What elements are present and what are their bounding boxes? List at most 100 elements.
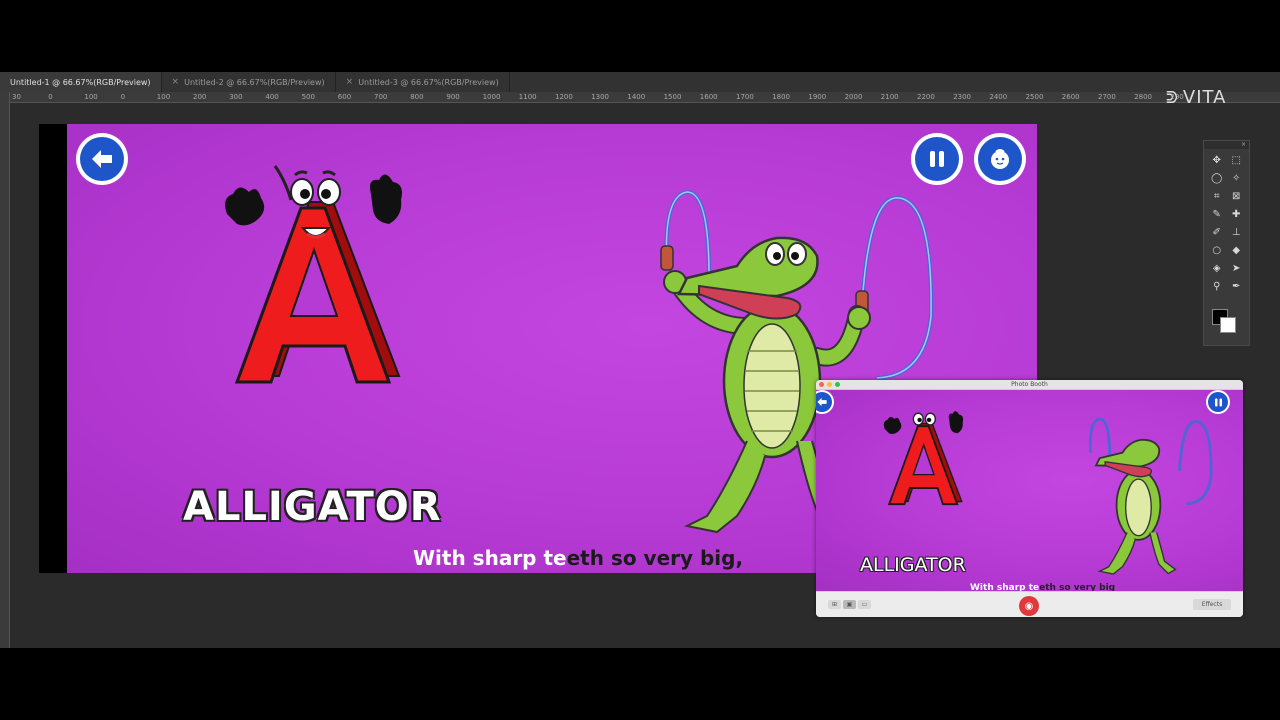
photo-booth-titlebar: Photo Booth [816, 380, 1243, 390]
ruler-tick-label: 800 [410, 93, 424, 101]
caption-remaining-text: eth so very big, [566, 546, 744, 570]
pause-icon [1214, 398, 1222, 406]
ruler-tick-label: 2000 [844, 93, 863, 101]
kid-profile-button[interactable] [974, 133, 1026, 185]
baby-face-icon [991, 149, 1009, 169]
ruler-tick-label: 2700 [1098, 93, 1116, 101]
tab-untitled-2[interactable]: × Untitled-2 @ 66.67%(RGB/Preview) [162, 72, 336, 92]
pause-icon [930, 151, 944, 167]
photo-booth-controls: ⊞ ▣ ▭ ◉ Effects [816, 591, 1243, 617]
ruler-tick-label: 700 [374, 93, 388, 101]
vita-logo-icon: ᕲ [1166, 88, 1179, 107]
vertical-ruler [0, 92, 10, 648]
preview-back-button [816, 390, 834, 414]
capture-mode-group: ⊞ ▣ ▭ [828, 600, 871, 609]
canvas-black-margin [39, 124, 67, 573]
preview-caption-rest: eth so very big [1039, 583, 1116, 591]
ruler-tick-label: 1100 [518, 93, 537, 101]
tab-untitled-1[interactable]: Untitled-1 @ 66.67%(RGB/Preview) [0, 72, 162, 92]
ellipse-icon[interactable]: ○ [1207, 243, 1227, 258]
close-icon[interactable]: × [346, 77, 354, 87]
tab-label: Untitled-3 @ 66.67%(RGB/Preview) [358, 77, 499, 87]
back-arrow-icon [817, 397, 827, 407]
video-mode-icon[interactable]: ▭ [858, 600, 871, 609]
document-tabbar: Untitled-1 @ 66.67%(RGB/Preview) × Untitl… [0, 72, 1280, 92]
pen-icon[interactable]: ✒ [1227, 279, 1247, 294]
ruler-tick-label: 0 [48, 93, 53, 101]
effects-button[interactable]: Effects [1193, 599, 1231, 610]
preview-alligator [1088, 417, 1213, 575]
preview-letter-a [883, 411, 964, 506]
frame-icon[interactable]: ⊠ [1227, 189, 1247, 204]
ruler-tick-label: 1000 [482, 93, 501, 101]
vocabulary-word: ALLIGATOR [183, 484, 442, 530]
back-arrow-icon [92, 150, 112, 168]
move-icon[interactable]: ✥ [1207, 153, 1227, 168]
close-icon[interactable]: × [172, 77, 180, 87]
ruler-tick-label: 1600 [699, 93, 718, 101]
ruler-tick-label: 900 [446, 93, 460, 101]
song-caption: With sharp teeth so very big, [413, 546, 743, 570]
photo-booth-window: Photo Booth ALLIGATOR With sharp teeth s… [816, 380, 1243, 617]
panel-close-icon[interactable]: × [1204, 141, 1249, 149]
horizontal-ruler: 30 0 100 0 100 200 300 400 500 600 700 800 900 1000 11… [10, 92, 1280, 103]
ruler-tick-label: 2200 [917, 93, 935, 101]
caption-highlighted-text: With sharp te [413, 546, 567, 570]
ruler-tick-label: 30 [12, 93, 21, 101]
ruler-tick-label: 2600 [1061, 93, 1080, 101]
preview-caption-highlight: With sharp te [970, 583, 1040, 591]
four-up-mode-icon[interactable]: ⊞ [828, 600, 841, 609]
ruler-tick-label: 1200 [555, 93, 573, 101]
single-photo-mode-icon[interactable]: ▣ [843, 600, 856, 609]
ruler-tick-label: 2400 [989, 93, 1008, 101]
tools-grid: ✥ ⬚ ◯ ✧ ⌗ ⊠ ✎ ✚ ✐ ⊥ ○ ◆ ◈ ➤ ⚲ ✒ [1204, 149, 1249, 298]
brush-icon[interactable]: ✐ [1207, 225, 1227, 240]
tab-label: Untitled-1 @ 66.67%(RGB/Preview) [10, 77, 151, 87]
ruler-tick-label: 1900 [808, 93, 827, 101]
ruler-tick-label: 200 [193, 93, 207, 101]
ruler-tick-label: 0 [120, 93, 126, 101]
ruler-tick-label: 1300 [591, 93, 610, 101]
ruler-tick-label: 600 [337, 93, 352, 101]
zoom-icon[interactable]: ⚲ [1207, 279, 1227, 294]
vita-watermark: ᕲ VITA [1166, 87, 1226, 108]
pause-button[interactable] [911, 133, 963, 185]
crop-icon[interactable]: ⌗ [1207, 189, 1227, 204]
preview-caption: With sharp teeth so very big [970, 583, 1115, 591]
camera-icon: ◉ [1024, 600, 1034, 612]
preview-vocabulary-word: ALLIGATOR [860, 554, 966, 576]
ruler-tick-label: 1800 [772, 93, 791, 101]
ruler-tick-label: 400 [265, 93, 279, 101]
tab-label: Untitled-2 @ 66.67%(RGB/Preview) [184, 77, 325, 87]
ruler-tick-label: 1500 [663, 93, 682, 101]
marquee-icon[interactable]: ⬚ [1227, 153, 1247, 168]
camera-shutter-button[interactable]: ◉ [1019, 596, 1039, 616]
ruler-tick-label: 2100 [880, 93, 899, 101]
magic-wand-icon[interactable]: ✧ [1227, 171, 1247, 186]
ruler-tick-label: 2300 [953, 93, 972, 101]
ruler-tick-label: 300 [229, 93, 243, 101]
eyedropper-icon[interactable]: ✎ [1207, 207, 1227, 222]
bucket-icon[interactable]: ◈ [1207, 261, 1227, 276]
eraser-icon[interactable]: ◆ [1227, 243, 1247, 258]
background-color-swatch[interactable] [1220, 317, 1236, 333]
stamp-icon[interactable]: ⊥ [1227, 225, 1247, 240]
back-button[interactable] [76, 133, 128, 185]
tab-untitled-3[interactable]: × Untitled-3 @ 66.67%(RGB/Preview) [336, 72, 510, 92]
ruler-tick-label: 1700 [736, 93, 754, 101]
photo-booth-camera-view: ALLIGATOR With sharp teeth so very big [816, 390, 1243, 591]
healing-icon[interactable]: ✚ [1227, 207, 1247, 222]
ruler-tick-label: 2500 [1025, 93, 1044, 101]
ruler-tick-label: 1400 [627, 93, 646, 101]
tools-panel: × ✥ ⬚ ◯ ✧ ⌗ ⊠ ✎ ✚ ✐ ⊥ ○ ◆ ◈ ➤ ⚲ ✒ [1203, 140, 1250, 346]
photo-booth-title: Photo Booth [1011, 381, 1048, 388]
watermark-text: VITA [1182, 87, 1227, 108]
letter-a-character [225, 165, 402, 384]
preview-pause-button [1206, 390, 1230, 414]
select-arrow-icon[interactable]: ➤ [1227, 261, 1247, 276]
ruler-tick-label: 100 [84, 93, 98, 101]
ruler-tick-label: 2800 [1134, 93, 1153, 101]
lasso-icon[interactable]: ◯ [1207, 171, 1227, 186]
ruler-tick-label: 100 [156, 93, 171, 101]
ruler-tick-label: 500 [301, 93, 315, 101]
